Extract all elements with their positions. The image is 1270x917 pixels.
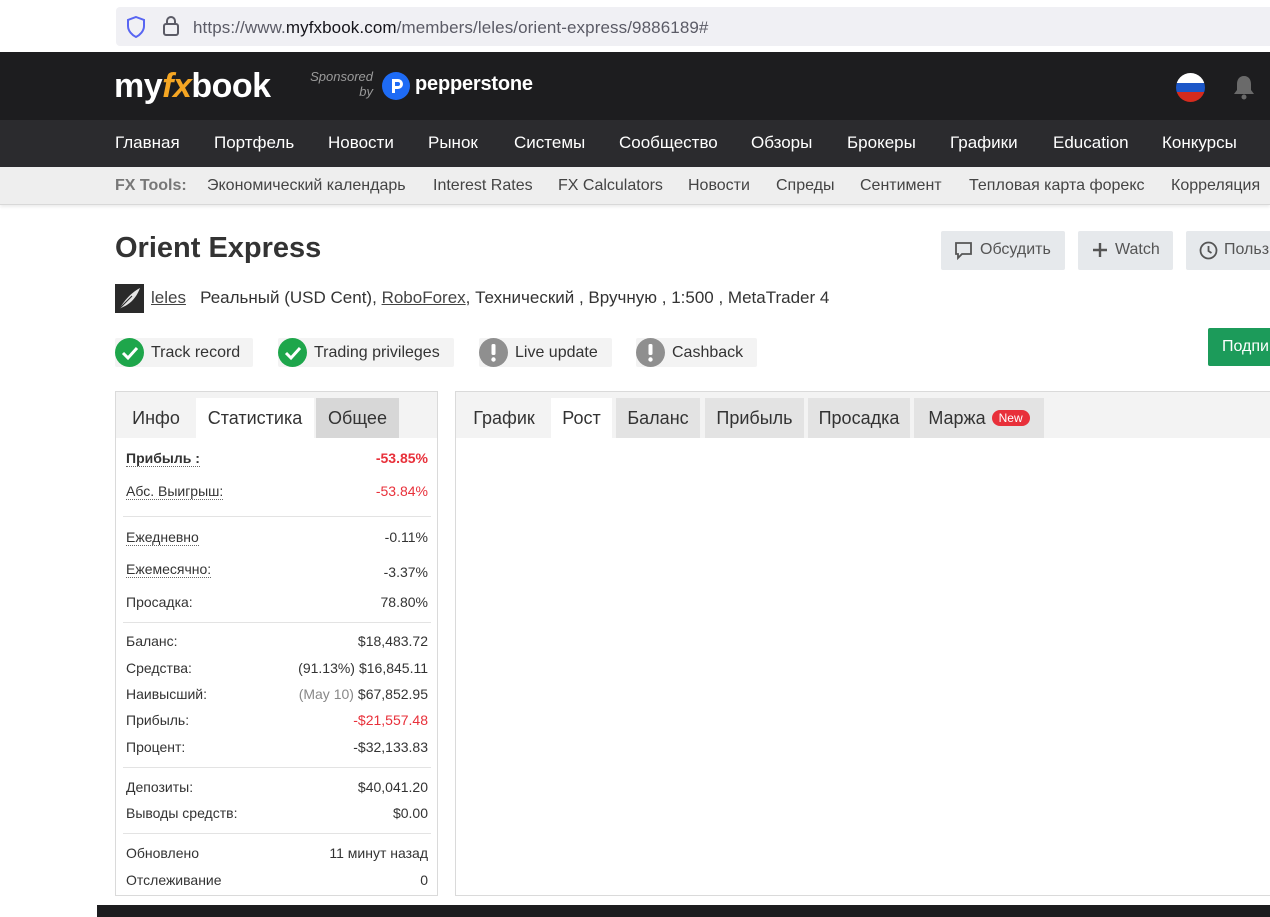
stat-row-drawdown: Просадка: 78.80% [126, 594, 428, 610]
russian-flag-icon[interactable] [1176, 73, 1205, 102]
subscribe-button[interactable]: Подпи [1208, 328, 1270, 366]
main-nav: Главная Портфель Новости Рынок Системы С… [0, 120, 1270, 167]
stat-row-withdrawals: Выводы средств: $0.00 [126, 805, 428, 821]
stat-row-daily: Ежедневно -0.11% [126, 529, 428, 546]
exclamation-icon [636, 338, 665, 367]
stat-row-balance: Баланс: $18,483.72 [126, 633, 428, 649]
pepperstone-logo-icon[interactable] [382, 72, 410, 100]
tab-statistics[interactable]: Статистика [196, 398, 314, 438]
tab-general[interactable]: Общее [316, 398, 399, 438]
nav-item-market[interactable]: Рынок [428, 133, 478, 153]
nav-item-community[interactable]: Сообщество [619, 133, 718, 153]
sponsored-label: Sponsored by [310, 69, 373, 99]
page-title: Orient Express [115, 232, 322, 264]
sponsor-name[interactable]: pepperstone [415, 73, 533, 96]
tools-item-heatmap[interactable]: Тепловая карта форекс [969, 177, 1145, 195]
fx-tools-label: FX Tools: [115, 177, 187, 194]
site-header: myfxbook Sponsored by pepperstone [0, 52, 1270, 120]
tab-drawdown[interactable]: Просадка [808, 398, 910, 438]
plus-icon [1093, 243, 1107, 257]
nav-item-contests[interactable]: Конкурсы [1162, 133, 1237, 153]
browser-url-bar: https://www.myfxbook.com/members/leles/o… [0, 0, 1270, 52]
comment-icon [955, 242, 972, 260]
stats-tabs: Инфо Статистика Общее [116, 392, 437, 438]
myfxbook-logo[interactable]: myfxbook [114, 67, 271, 106]
watch-button[interactable]: Watch [1078, 231, 1173, 270]
user-avatar[interactable] [115, 284, 144, 313]
chart-tabs: График Рост Баланс Прибыль Просадка Марж… [456, 392, 1270, 438]
nav-item-education[interactable]: Education [1053, 133, 1129, 153]
divider [123, 622, 431, 623]
stat-row-equity: Средства: (91.13%) $16,845.11 [126, 660, 428, 676]
divider [123, 516, 431, 517]
tools-item-correlation[interactable]: Корреляция [1171, 177, 1260, 195]
badge-cashback[interactable]: Cashback [636, 338, 757, 367]
new-badge: New [991, 410, 1030, 426]
tools-item-news[interactable]: Новости [688, 177, 750, 195]
chart-panel: График Рост Баланс Прибыль Просадка Марж… [455, 391, 1270, 896]
checkmark-icon [278, 338, 307, 367]
stat-row-updated: Обновлено 11 минут назад [126, 845, 428, 861]
tab-balance[interactable]: Баланс [616, 398, 700, 438]
discuss-button[interactable]: Обсудить [941, 231, 1065, 270]
nav-item-portfolio[interactable]: Портфель [214, 133, 294, 153]
lock-icon[interactable] [161, 15, 181, 37]
stat-row-interest: Процент: -$32,133.83 [126, 739, 428, 755]
nav-item-brokers[interactable]: Брокеры [847, 133, 916, 153]
tools-item-sentiment[interactable]: Сентимент [860, 177, 942, 195]
account-type: Реальный (USD Cent), [200, 288, 377, 307]
footer-bar [97, 905, 1270, 917]
tab-profit[interactable]: Прибыль [705, 398, 804, 438]
divider [123, 767, 431, 768]
badge-trading-privileges[interactable]: Trading privileges [278, 338, 454, 367]
nav-item-news[interactable]: Новости [328, 133, 394, 153]
badge-live-update[interactable]: Live update [479, 338, 612, 367]
tab-margin[interactable]: Маржа New [914, 398, 1044, 438]
tools-item-interest-rates[interactable]: Interest Rates [433, 177, 533, 195]
shield-icon[interactable] [126, 16, 146, 38]
notification-bell-icon[interactable] [1232, 74, 1256, 100]
checkmark-icon [115, 338, 144, 367]
url-text[interactable]: https://www.myfxbook.com/members/leles/o… [193, 18, 709, 38]
stat-row-deposits: Депозиты: $40,041.20 [126, 779, 428, 795]
stat-row-tracking: Отслеживание 0 [126, 872, 428, 888]
stat-row-monthly: Ежемесячно: -3.37% [126, 561, 428, 580]
exclamation-icon [479, 338, 508, 367]
nav-item-reviews[interactable]: Обзоры [751, 133, 812, 153]
feather-icon [118, 288, 140, 310]
stat-row-highest: Наивысший: (May 10) $67,852.95 [126, 686, 428, 702]
tools-item-fx-calculators[interactable]: FX Calculators [558, 177, 663, 195]
tab-growth[interactable]: Рост [551, 398, 612, 438]
badge-track-record[interactable]: Track record [115, 338, 253, 367]
nav-item-charts[interactable]: Графики [950, 133, 1018, 153]
tab-chart[interactable]: График [462, 398, 546, 438]
nav-item-home[interactable]: Главная [115, 133, 180, 153]
tools-item-spreads[interactable]: Спреды [776, 177, 835, 195]
broker-link[interactable]: RoboForex [382, 288, 466, 307]
username-link[interactable]: leles [151, 288, 186, 307]
stat-row-abs-gain: Абс. Выигрыш: -53.84% [126, 483, 428, 500]
nav-item-systems[interactable]: Системы [514, 133, 585, 153]
tab-info[interactable]: Инфо [116, 398, 196, 438]
stats-panel: Инфо Статистика Общее Прибыль : -53.85% … [115, 391, 438, 896]
fx-tools-bar: FX Tools: Экономический календарь Intere… [0, 167, 1270, 205]
divider [123, 833, 431, 834]
stat-row-profit-abs: Прибыль: -$21,557.48 [126, 712, 428, 728]
account-details: , Технический , Вручную , 1:500 , MetaTr… [465, 288, 830, 307]
stat-row-profit: Прибыль : -53.85% [126, 450, 428, 467]
account-info: leles Реальный (USD Cent), RoboForex, Те… [151, 288, 829, 308]
tools-item-economic-calendar[interactable]: Экономический календарь [207, 177, 406, 195]
history-button[interactable]: Польз [1186, 231, 1270, 270]
clock-icon [1199, 241, 1218, 260]
